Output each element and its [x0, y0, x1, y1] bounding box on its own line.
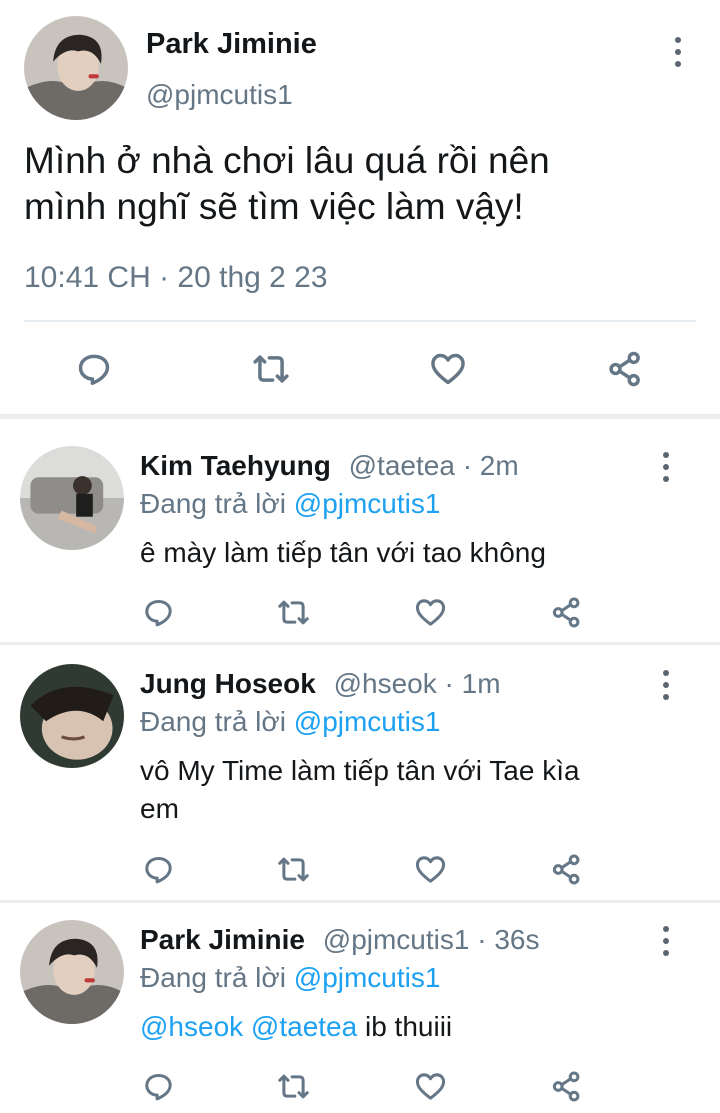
avatar[interactable]: [20, 920, 124, 1024]
replying-to: Đang trả lời @pjmcutis1: [140, 706, 440, 738]
separator: [24, 320, 696, 322]
author-handle[interactable]: @taetea: [349, 450, 455, 481]
share-icon: [609, 351, 640, 387]
more-options-icon[interactable]: [660, 926, 672, 956]
replying-handle-link[interactable]: @pjmcutis1: [294, 962, 441, 993]
avatar-photo: [20, 920, 124, 1024]
reply-time: · 1m: [444, 668, 501, 699]
reply-time: · 2m: [462, 450, 519, 481]
share-button[interactable]: [546, 592, 586, 632]
avatar-photo: [24, 16, 128, 120]
author-handle[interactable]: @hseok: [334, 668, 437, 699]
reply-text-line: vô My Time làm tiếp tân với Tae kìa: [140, 755, 580, 786]
retweet-button[interactable]: [273, 849, 313, 889]
reply-time: · 36s: [477, 924, 540, 955]
reply-button[interactable]: [138, 849, 178, 889]
share-button[interactable]: [546, 849, 586, 889]
divider: [0, 642, 720, 645]
like-icon: [431, 353, 465, 385]
tweet-text-line: mình nghĩ sẽ tìm việc làm vậy!: [24, 186, 524, 227]
retweet-icon: [277, 1074, 309, 1098]
reply-button[interactable]: [138, 1066, 178, 1106]
reply-icon: [78, 354, 110, 385]
reply-header: Kim Taehyung @taetea · 2m: [140, 450, 519, 482]
replying-label: Đang trả lời: [140, 706, 286, 737]
retweet-button[interactable]: [273, 592, 313, 632]
author-handle[interactable]: @pjmcutis1: [146, 79, 293, 111]
like-button[interactable]: [410, 1066, 450, 1106]
reply-tweet: Kim Taehyung @taetea · 2m Đang trả lời @…: [0, 446, 720, 638]
retweet-icon: [277, 600, 309, 624]
reply-icon: [144, 599, 172, 626]
reply-text-content: ib thuiii: [364, 1011, 453, 1042]
main-tweet: Park Jiminie @pjmcutis1 Mình ở nhà chơi …: [0, 0, 720, 412]
reply-tweet: Jung Hoseok @hseok · 1m Đang trả lời @pj…: [0, 664, 720, 896]
more-options-icon[interactable]: [660, 452, 672, 482]
author-handle[interactable]: @pjmcutis1: [323, 924, 470, 955]
retweet-icon: [277, 857, 309, 881]
tweet-timestamp[interactable]: 10:41 CH · 20 thg 2 23: [24, 261, 328, 295]
share-icon: [552, 1071, 579, 1101]
avatar[interactable]: [24, 16, 128, 120]
like-button[interactable]: [428, 349, 468, 389]
reply-text-line: em: [140, 793, 179, 824]
reply-button[interactable]: [74, 349, 114, 389]
more-options-icon[interactable]: [672, 37, 684, 67]
like-icon: [415, 598, 445, 626]
retweet-icon: [253, 355, 289, 383]
author-name[interactable]: Park Jiminie: [140, 924, 305, 955]
share-icon: [552, 854, 579, 884]
reply-text: ê mày làm tiếp tân với tao không: [140, 537, 546, 568]
mention-link[interactable]: @taetea: [251, 1011, 357, 1042]
author-name[interactable]: Kim Taehyung: [140, 450, 331, 481]
avatar[interactable]: [20, 446, 124, 550]
like-button[interactable]: [410, 592, 450, 632]
replying-to: Đang trả lời @pjmcutis1: [140, 488, 440, 520]
divider: [0, 414, 720, 419]
replying-label: Đang trả lời: [140, 962, 286, 993]
share-button[interactable]: [546, 1066, 586, 1106]
retweet-button[interactable]: [251, 349, 291, 389]
tweet-text-line: Mình ở nhà chơi lâu quá rồi nên: [24, 140, 550, 181]
reply-button[interactable]: [138, 592, 178, 632]
reply-text: @hseok @taetea ib thuiii: [140, 1008, 660, 1046]
avatar-photo: [20, 446, 124, 550]
like-icon: [415, 1072, 445, 1100]
reply-icon: [144, 856, 172, 883]
retweet-button[interactable]: [273, 1066, 313, 1106]
author-name[interactable]: Park Jiminie: [146, 28, 317, 61]
author-name[interactable]: Jung Hoseok: [140, 668, 316, 699]
share-button[interactable]: [605, 349, 645, 389]
divider: [0, 900, 720, 903]
like-icon: [415, 855, 445, 883]
share-icon: [552, 597, 579, 627]
mention-link[interactable]: @hseok: [140, 1011, 243, 1042]
replying-handle-link[interactable]: @pjmcutis1: [294, 706, 441, 737]
replying-label: Đang trả lời: [140, 488, 286, 519]
reply-icon: [144, 1073, 172, 1100]
more-options-icon[interactable]: [660, 670, 672, 700]
avatar-photo: [20, 664, 124, 768]
reply-text: vô My Time làm tiếp tân với Tae kìa em: [140, 752, 660, 828]
replying-to: Đang trả lời @pjmcutis1: [140, 962, 440, 994]
like-button[interactable]: [410, 849, 450, 889]
replying-handle-link[interactable]: @pjmcutis1: [294, 488, 441, 519]
reply-tweet: Park Jiminie @pjmcutis1 · 36s Đang trả l…: [0, 920, 720, 1113]
reply-header: Jung Hoseok @hseok · 1m: [140, 668, 501, 700]
reply-header: Park Jiminie @pjmcutis1 · 36s: [140, 924, 539, 956]
avatar[interactable]: [20, 664, 124, 768]
tweet-text: Mình ở nhà chơi lâu quá rồi nên mình ngh…: [24, 138, 550, 230]
